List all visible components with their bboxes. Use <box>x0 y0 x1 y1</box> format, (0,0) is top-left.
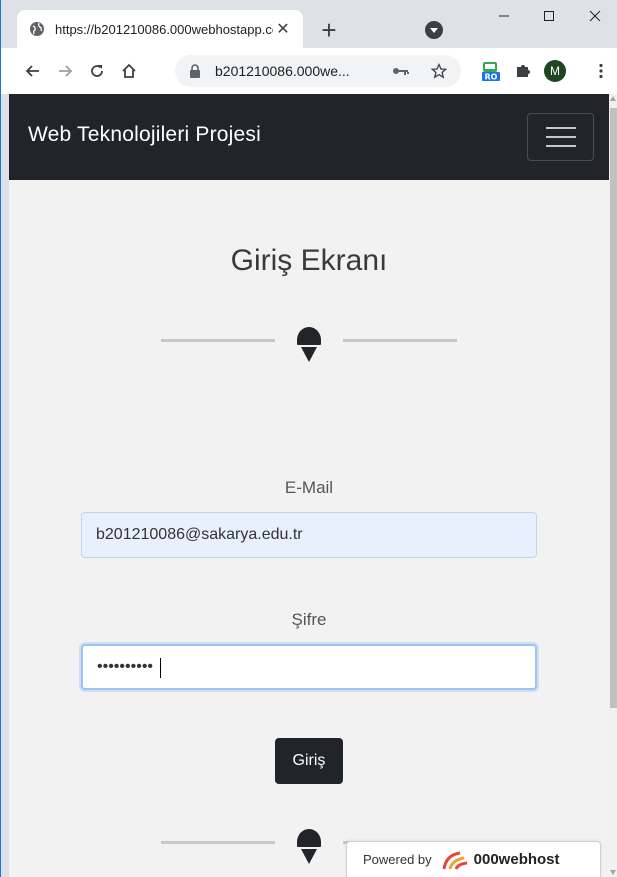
browser-toolbar: b201210086.000we... RO M <box>1 48 617 94</box>
powered-by-label: Powered by <box>363 852 432 867</box>
forward-arrow-icon[interactable] <box>51 57 79 85</box>
bookmark-star-icon[interactable] <box>425 55 453 87</box>
lock-icon[interactable] <box>189 64 203 78</box>
home-icon[interactable] <box>115 57 143 85</box>
divider-line <box>161 840 275 844</box>
maximize-icon[interactable] <box>526 0 572 32</box>
webhost-logo-icon <box>440 849 470 871</box>
ice-cream-icon <box>293 820 325 864</box>
powered-by-badge[interactable]: Powered by 000webhost <box>346 841 601 877</box>
extension-ro-icon[interactable]: RO <box>477 57 505 85</box>
menu-kebab-icon[interactable] <box>587 57 615 85</box>
close-window-icon[interactable] <box>572 0 617 32</box>
email-label: E-Mail <box>284 478 334 497</box>
profile-button[interactable]: M <box>541 57 569 85</box>
tab-title: https://b201210086.000webhostapp.com <box>55 21 273 37</box>
site-navbar: Web Teknolojileri Projesi <box>9 94 609 180</box>
key-icon[interactable] <box>387 55 415 87</box>
password-input[interactable] <box>81 644 537 690</box>
login-submit-button[interactable]: Giriş <box>275 738 343 784</box>
page-viewport: Web Teknolojileri Projesi Giriş Ekranı E… <box>9 94 609 877</box>
back-arrow-icon[interactable] <box>19 57 47 85</box>
divider-line <box>161 338 275 342</box>
navbar-toggler-button[interactable] <box>527 113 594 161</box>
address-bar[interactable]: b201210086.000we... <box>175 55 461 87</box>
divider-top <box>161 318 457 362</box>
close-tab-icon[interactable]: ✕ <box>273 19 293 39</box>
minimize-icon[interactable] <box>481 0 527 32</box>
globe-icon <box>29 21 45 37</box>
reload-icon[interactable] <box>83 57 111 85</box>
divider-line <box>343 338 457 342</box>
powered-by-brand: 000webhost <box>473 851 560 868</box>
page-title: Giriş Ekranı <box>230 244 388 277</box>
text-caret <box>160 658 161 678</box>
password-label: Şifre <box>291 610 327 629</box>
hamburger-icon <box>545 145 576 147</box>
tab-strip: https://b201210086.000webhostapp.com ✕ + <box>1 0 617 48</box>
hamburger-icon <box>545 127 576 129</box>
page-scrollbar[interactable] <box>609 94 617 877</box>
new-tab-button[interactable]: + <box>315 16 343 44</box>
tab-search-icon[interactable] <box>425 21 443 39</box>
extension-badge-text: RO <box>485 73 498 82</box>
avatar: M <box>544 60 566 82</box>
navbar-brand[interactable]: Web Teknolojileri Projesi <box>28 123 261 147</box>
scroll-thumb[interactable] <box>610 108 617 708</box>
email-input[interactable] <box>81 512 537 558</box>
scroll-up-arrow-icon[interactable] <box>610 96 616 101</box>
browser-tab[interactable]: https://b201210086.000webhostapp.com ✕ <box>17 10 303 48</box>
hamburger-icon <box>545 136 576 138</box>
extensions-puzzle-icon[interactable] <box>509 57 537 85</box>
ice-cream-icon <box>293 318 325 362</box>
scroll-down-arrow-icon[interactable] <box>610 870 616 875</box>
browser-window: https://b201210086.000webhostapp.com ✕ + <box>0 0 617 877</box>
